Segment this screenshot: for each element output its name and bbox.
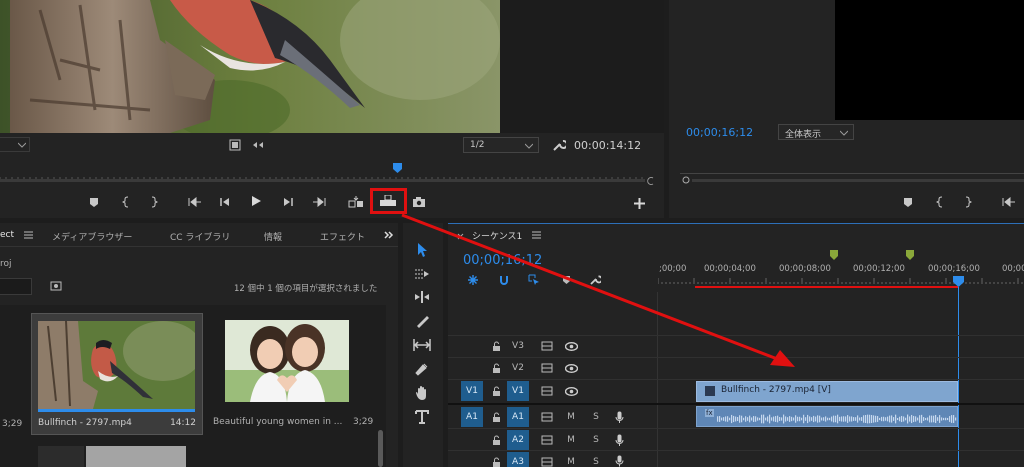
tab-effects[interactable]: エフェクト [320, 230, 365, 243]
microphone-icon[interactable] [612, 410, 626, 424]
go-to-in-icon[interactable] [186, 195, 204, 209]
lock-icon[interactable] [490, 411, 502, 423]
ruler-label-16: 00;00;16;00 [928, 264, 980, 274]
tab-project[interactable]: ect [0, 230, 14, 240]
track-divider [448, 450, 1024, 451]
video-clip-name: Bullfinch - 2797.mp4 [V] [721, 385, 831, 395]
program-video-frame [835, 0, 1024, 120]
track-divider [448, 379, 1024, 380]
track-label-a2[interactable]: A2 [507, 430, 529, 450]
microphone-icon[interactable] [612, 455, 626, 467]
playback-resolution-select[interactable]: 1/2 [463, 137, 539, 153]
project-item-bullfinch[interactable]: Bullfinch - 2797.mp4 14:12 [31, 313, 203, 435]
playback-resolution-value: 1/2 [470, 140, 485, 150]
new-search-bin-icon[interactable] [48, 279, 64, 293]
track-divider [448, 428, 1024, 429]
source-timecode: 00:00:14:12 [574, 139, 642, 152]
track-divider-video-audio [448, 403, 1024, 405]
lock-icon[interactable] [490, 385, 502, 397]
tab-info[interactable]: 情報 [264, 230, 282, 243]
track-label-v1[interactable]: V1 [507, 381, 529, 401]
step-back-icon[interactable] [218, 195, 232, 209]
hand-tool[interactable] [411, 382, 433, 404]
chevron-down-icon [839, 128, 849, 138]
wrench-icon[interactable] [551, 137, 567, 153]
project-search-input[interactable] [0, 278, 32, 295]
lock-icon[interactable] [490, 434, 502, 446]
program-zoom-select[interactable]: 全体表示 [778, 124, 854, 140]
program-scrollbar[interactable] [692, 179, 1024, 182]
project-item-women[interactable]: Beautiful young women in ... 3;29 [213, 313, 379, 435]
go-to-out-icon[interactable] [310, 195, 328, 209]
mute-button-a1[interactable]: M [560, 407, 582, 427]
insert-icon[interactable] [347, 194, 365, 210]
microphone-icon[interactable] [612, 433, 626, 447]
mark-out-icon[interactable] [148, 195, 160, 209]
source-video-frame [0, 0, 500, 133]
project-item-thumb-partial-2[interactable] [86, 446, 186, 467]
program-zoom-value: 全体表示 [785, 130, 822, 140]
mute-button-a2[interactable]: M [560, 430, 582, 450]
add-marker-icon[interactable] [902, 195, 914, 209]
tab-cc-libraries[interactable]: CC ライブラリ [170, 230, 230, 243]
sync-lock-icon[interactable] [540, 385, 554, 397]
source-patch-a1[interactable]: A1 [461, 407, 483, 427]
step-forward-icon[interactable] [281, 195, 295, 209]
add-marker-icon[interactable] [88, 195, 100, 209]
chevron-down-icon [524, 141, 534, 151]
source-monitor-gray-area [500, 0, 664, 133]
lock-icon[interactable] [490, 456, 502, 467]
eye-icon[interactable] [564, 385, 578, 397]
women-thumbnail [225, 320, 349, 402]
fx-badge-icon [705, 386, 715, 396]
bullfinch-progress-bar [38, 409, 195, 412]
bullfinch-thumbnail [38, 321, 195, 409]
annotation-arrow [401, 213, 795, 367]
mark-in-icon[interactable] [120, 195, 132, 209]
go-to-in-icon[interactable] [1000, 195, 1018, 209]
solo-button-a1[interactable]: S [585, 407, 607, 427]
video-clip-bullfinch[interactable]: Bullfinch - 2797.mp4 [V] [696, 381, 958, 402]
source-patch-v1[interactable]: V1 [461, 381, 483, 401]
source-scrollbar[interactable] [0, 179, 645, 182]
left-item-duration: 3;29 [2, 419, 23, 429]
women-name: Beautiful young women in ... [213, 417, 343, 427]
track-label-a1[interactable]: A1 [507, 407, 529, 427]
program-timecode[interactable]: 00;00;16;12 [686, 126, 753, 139]
bullfinch-name: Bullfinch - 2797.mp4 [38, 418, 132, 428]
mark-out-icon[interactable] [962, 195, 974, 209]
sync-lock-icon[interactable] [540, 434, 554, 446]
sync-lock-icon[interactable] [540, 456, 554, 467]
program-time-ruler[interactable] [680, 160, 1024, 174]
project-name: roj [0, 259, 12, 269]
solo-button-a3[interactable]: S [585, 452, 607, 467]
scroll-end-icon[interactable] [645, 175, 657, 187]
play-icon[interactable] [248, 193, 264, 209]
audio-clip-bullfinch[interactable]: fx [696, 406, 958, 427]
solo-button-a2[interactable]: S [585, 430, 607, 450]
type-tool[interactable] [411, 406, 433, 428]
ruler-label-12: 00;00;12;00 [853, 264, 905, 274]
mark-in-icon[interactable] [934, 195, 946, 209]
ruler-label-20: 00;00;2 [1002, 264, 1024, 274]
panel-menu-icon[interactable] [22, 230, 34, 240]
audio-waveform [717, 414, 957, 424]
project-item-thumb-partial-1[interactable] [38, 446, 84, 467]
film-strip-icon[interactable] [228, 138, 242, 152]
insert-overwrite-icon[interactable] [252, 138, 266, 152]
chevron-down-icon [16, 140, 28, 150]
tab-media-browser[interactable]: メディアブラウザー [52, 230, 132, 243]
playhead-line [958, 287, 959, 467]
program-scroll-handle[interactable] [681, 175, 691, 185]
project-scrollbar[interactable] [378, 430, 383, 467]
track-label-a3[interactable]: A3 [507, 452, 529, 467]
women-duration: 3;29 [353, 417, 374, 427]
bullfinch-duration: 14:12 [170, 418, 196, 428]
mute-button-a3[interactable]: M [560, 452, 582, 467]
sync-lock-icon[interactable] [540, 411, 554, 423]
selection-status: 12 個中 1 個の項目が選択されました [234, 284, 378, 294]
